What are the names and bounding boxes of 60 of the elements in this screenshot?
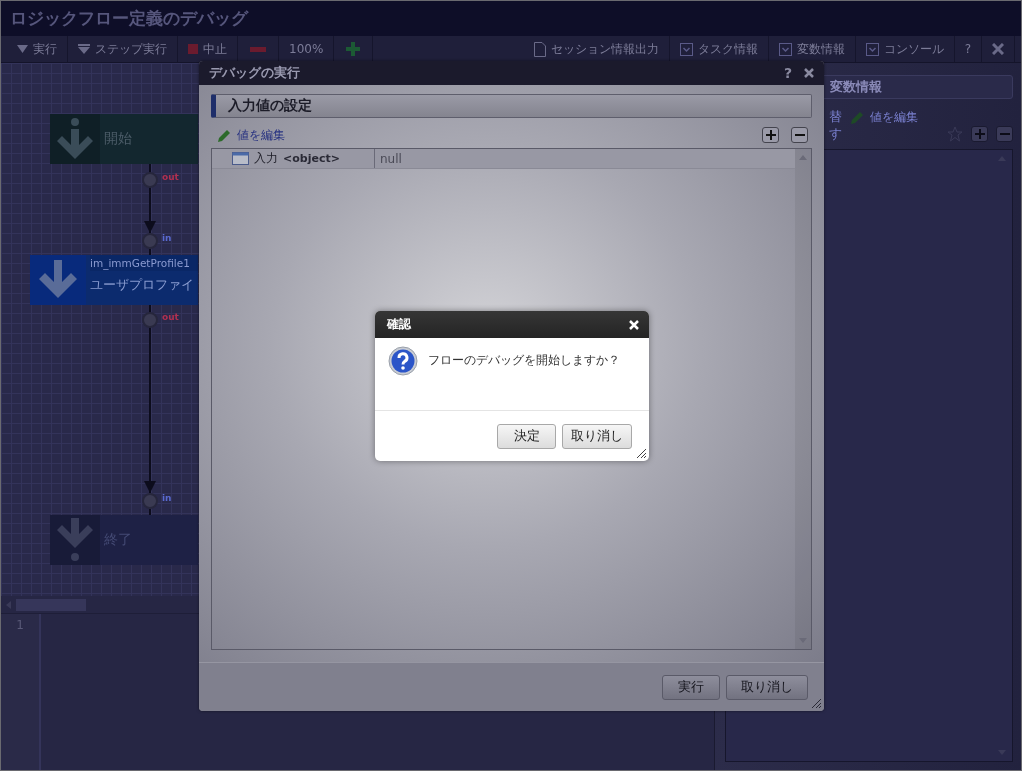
minus-icon (794, 134, 805, 136)
minus-icon (250, 46, 266, 52)
resize-grip-icon[interactable] (636, 448, 646, 458)
step-button[interactable]: ステップ実行 (68, 36, 178, 62)
toggle-button[interactable]: コンソール (855, 36, 955, 62)
pencil-icon (217, 127, 232, 143)
stop-icon (188, 44, 198, 54)
dialog-title: 確認 (387, 316, 411, 333)
port-circle[interactable] (142, 233, 158, 249)
add-button[interactable] (762, 127, 779, 143)
pencil-icon (850, 109, 865, 125)
window-icon (232, 152, 249, 165)
close-icon (804, 68, 814, 78)
text-fragment: す (829, 125, 842, 143)
chevron-box-icon (679, 42, 693, 56)
edit-value-link[interactable]: 値を編集 (217, 126, 285, 144)
cancel-button[interactable]: 取り消し (562, 423, 632, 449)
run-button[interactable]: 実行 (7, 36, 68, 62)
plus-icon (346, 42, 361, 56)
edit-value-link[interactable]: 値を編集 (850, 108, 918, 126)
chevron-box-icon (778, 42, 792, 56)
port-circle[interactable] (142, 172, 158, 188)
confirm-message: フローのデバッグを開始しますか？ (428, 353, 620, 368)
table-row[interactable]: 入力 <object> null (212, 149, 795, 169)
document-icon (533, 41, 546, 57)
help-button[interactable]: ? (954, 36, 982, 62)
port-label: out (162, 312, 179, 322)
variable-type: <object> (283, 152, 340, 165)
scroll-up-icon (799, 155, 807, 160)
triangle-down-icon (17, 45, 28, 53)
plus-icon (974, 129, 985, 139)
help-button[interactable]: ? (783, 65, 792, 81)
port-label: out (162, 172, 179, 182)
close-icon (992, 43, 1004, 55)
port-label: in (162, 233, 172, 243)
minus-icon (999, 133, 1010, 135)
variable-name: 入力 (254, 150, 278, 167)
text-fragment: 替 (829, 108, 842, 126)
ok-button[interactable]: 決定 (497, 423, 556, 449)
port-circle[interactable] (142, 493, 158, 509)
connector-arrow (144, 163, 156, 234)
panel-title: 変数情報 (829, 78, 882, 96)
port-label: in (162, 493, 172, 503)
window-title: ロジックフロー定義のデバッグ (10, 7, 248, 30)
step-down-icon (78, 44, 90, 54)
chevron-box-icon (865, 42, 879, 56)
variable-value: null (379, 150, 402, 168)
dialog-title: デバッグの実行 (209, 64, 301, 82)
question-icon (388, 346, 418, 376)
section-title: 入力値の設定 (228, 97, 312, 115)
run-button[interactable]: 実行 (662, 674, 720, 700)
close-icon (629, 319, 639, 330)
node-id-label: im_immGetProfile1 (90, 255, 198, 271)
node-label: ユーザプロファイ (90, 276, 195, 294)
remove-button[interactable] (791, 127, 808, 143)
resize-grip-icon[interactable] (811, 698, 821, 708)
port-circle[interactable] (142, 312, 158, 328)
task-node[interactable]: im_immGetProfile1 ユーザプロファイ (30, 255, 198, 305)
cancel-button[interactable]: 取り消し (726, 674, 808, 700)
plus-icon (765, 130, 776, 140)
